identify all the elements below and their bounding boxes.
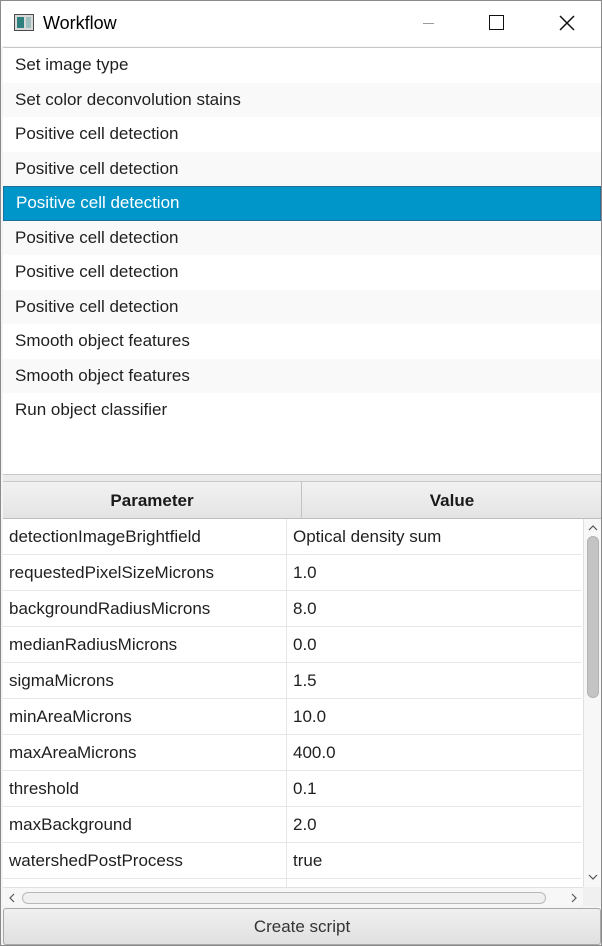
parameter-value-cell[interactable]: 0.0 bbox=[287, 627, 581, 662]
close-icon bbox=[559, 15, 575, 31]
scrollbar-corner bbox=[583, 887, 601, 906]
parameter-value-cell[interactable]: Optical density sum bbox=[287, 519, 581, 554]
vertical-scrollbar[interactable] bbox=[583, 519, 601, 887]
parameter-value-cell[interactable]: 1.0 bbox=[287, 555, 581, 590]
table-row[interactable]: backgroundRadiusMicrons 8.0 bbox=[3, 591, 581, 627]
parameter-value-cell[interactable]: 10.0 bbox=[287, 699, 581, 734]
workflow-step-item[interactable]: Set image type bbox=[3, 48, 601, 83]
parameter-table[interactable]: Parameter Value detectionImageBrightfiel… bbox=[3, 482, 601, 906]
workflow-step-item[interactable]: Positive cell detection bbox=[3, 289, 601, 324]
workflow-step-item[interactable]: Positive cell detection bbox=[3, 186, 601, 221]
parameter-name-cell: maxAreaMicrons bbox=[3, 735, 287, 770]
title-bar[interactable]: Workflow bbox=[1, 1, 601, 46]
parameter-value-cell[interactable]: 1.5 bbox=[287, 663, 581, 698]
close-button[interactable] bbox=[531, 1, 601, 46]
workflow-step-item[interactable]: Positive cell detection bbox=[3, 151, 601, 186]
table-body: detectionImageBrightfield Optical density… bbox=[3, 519, 581, 887]
create-script-button[interactable]: Create script bbox=[3, 908, 601, 945]
parameter-name-cell: watershedPostProcess bbox=[3, 843, 287, 878]
scroll-down-arrow-icon[interactable] bbox=[587, 872, 599, 882]
scroll-up-arrow-icon[interactable] bbox=[587, 523, 599, 533]
parameter-name-cell: backgroundRadiusMicrons bbox=[3, 591, 287, 626]
parameter-value-cell[interactable]: 8.0 bbox=[287, 591, 581, 626]
table-row[interactable]: minAreaMicrons 10.0 bbox=[3, 699, 581, 735]
horizontal-scrollbar[interactable] bbox=[3, 887, 583, 906]
parameter-value-cell[interactable]: 400.0 bbox=[287, 735, 581, 770]
workflow-step-item[interactable]: Positive cell detection bbox=[3, 117, 601, 152]
table-row[interactable]: watershedPostProcess true bbox=[3, 843, 581, 879]
app-icon bbox=[14, 14, 34, 31]
table-row[interactable]: threshold 0.1 bbox=[3, 771, 581, 807]
parameter-name-cell: minAreaMicrons bbox=[3, 699, 287, 734]
parameter-value-cell[interactable]: 2.0 bbox=[287, 807, 581, 842]
table-row[interactable] bbox=[3, 879, 581, 887]
table-row[interactable]: maxAreaMicrons 400.0 bbox=[3, 735, 581, 771]
parameter-name-cell: medianRadiusMicrons bbox=[3, 627, 287, 662]
window-title: Workflow bbox=[43, 13, 117, 33]
workflow-step-item[interactable]: Set color deconvolution stains bbox=[3, 82, 601, 117]
parameter-value-cell[interactable]: 0.1 bbox=[287, 771, 581, 806]
parameter-name-cell bbox=[3, 879, 287, 887]
parameter-value-cell[interactable] bbox=[287, 879, 581, 887]
parameter-name-cell: detectionImageBrightfield bbox=[3, 519, 287, 554]
workflow-step-item[interactable]: Run object classifier bbox=[3, 393, 601, 428]
workflow-step-item[interactable]: Smooth object features bbox=[3, 324, 601, 359]
scroll-left-arrow-icon[interactable] bbox=[7, 892, 17, 904]
table-row[interactable]: detectionImageBrightfield Optical density… bbox=[3, 519, 581, 555]
parameter-name-cell: maxBackground bbox=[3, 807, 287, 842]
horizontal-scroll-thumb[interactable] bbox=[22, 892, 546, 904]
vertical-scroll-thumb[interactable] bbox=[587, 536, 599, 698]
workflow-step-item[interactable]: Smooth object features bbox=[3, 358, 601, 393]
table-row[interactable]: medianRadiusMicrons 0.0 bbox=[3, 627, 581, 663]
parameter-name-cell: requestedPixelSizeMicrons bbox=[3, 555, 287, 590]
workflow-step-item[interactable]: Positive cell detection bbox=[3, 220, 601, 255]
table-row[interactable]: sigmaMicrons 1.5 bbox=[3, 663, 581, 699]
parameter-name-cell: threshold bbox=[3, 771, 287, 806]
table-row[interactable]: maxBackground 2.0 bbox=[3, 807, 581, 843]
minimize-button[interactable] bbox=[393, 1, 463, 46]
table-row[interactable]: requestedPixelSizeMicrons 1.0 bbox=[3, 555, 581, 591]
workflow-step-list[interactable]: Set image type Set color deconvolution st… bbox=[3, 47, 601, 475]
workflow-window: Workflow Set image type Set color deconvo… bbox=[0, 0, 602, 946]
parameter-name-cell: sigmaMicrons bbox=[3, 663, 287, 698]
table-header-row: Parameter Value bbox=[3, 482, 601, 519]
column-header-value[interactable]: Value bbox=[303, 482, 601, 519]
maximize-button[interactable] bbox=[461, 1, 531, 46]
split-pane-divider[interactable] bbox=[3, 475, 601, 482]
scroll-right-arrow-icon[interactable] bbox=[569, 892, 579, 904]
parameter-value-cell[interactable]: true bbox=[287, 843, 581, 878]
workflow-step-item[interactable]: Positive cell detection bbox=[3, 255, 601, 290]
column-header-parameter[interactable]: Parameter bbox=[3, 482, 302, 519]
